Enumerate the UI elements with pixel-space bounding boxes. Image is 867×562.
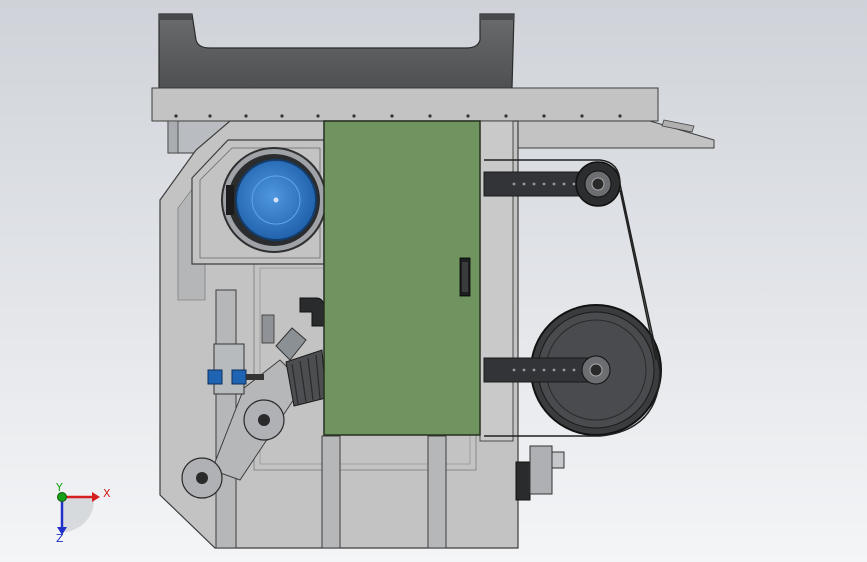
cad-assembly-view: X Y Z <box>0 0 867 562</box>
plate-bolt <box>390 114 394 118</box>
plate-bolt <box>618 114 622 118</box>
arm-hole <box>512 182 516 186</box>
plate-bolt <box>280 114 284 118</box>
outlet-chute <box>507 119 715 149</box>
plate-bolt <box>174 114 178 118</box>
arm-hole <box>552 182 556 186</box>
plate-bolt <box>428 114 432 118</box>
z-axis-label: Z <box>56 532 64 545</box>
top-plate <box>151 87 659 122</box>
arm-hole <box>572 368 576 372</box>
arm-hole <box>522 182 526 186</box>
electrical-cabinet <box>323 120 481 436</box>
x-axis-label: X <box>103 487 111 500</box>
arm-hole <box>542 182 546 186</box>
y-axis-label: Y <box>55 481 63 494</box>
plate-bolt <box>208 114 212 118</box>
arm-hole <box>532 368 536 372</box>
plate-bolt <box>316 114 320 118</box>
arm-hole <box>552 368 556 372</box>
arm-hole <box>562 182 566 186</box>
plate-bolt <box>352 114 356 118</box>
plate-bolt <box>466 114 470 118</box>
arm-hole <box>572 182 576 186</box>
arm-hole <box>532 182 536 186</box>
plate-bolt <box>542 114 546 118</box>
arm-hole <box>512 368 516 372</box>
arm-hole <box>562 368 566 372</box>
motor-housing <box>191 139 327 265</box>
arm-hole <box>542 368 546 372</box>
plate-bolt <box>244 114 248 118</box>
plate-bolt <box>504 114 508 118</box>
plate-bolt <box>580 114 584 118</box>
arm-hole <box>522 368 526 372</box>
